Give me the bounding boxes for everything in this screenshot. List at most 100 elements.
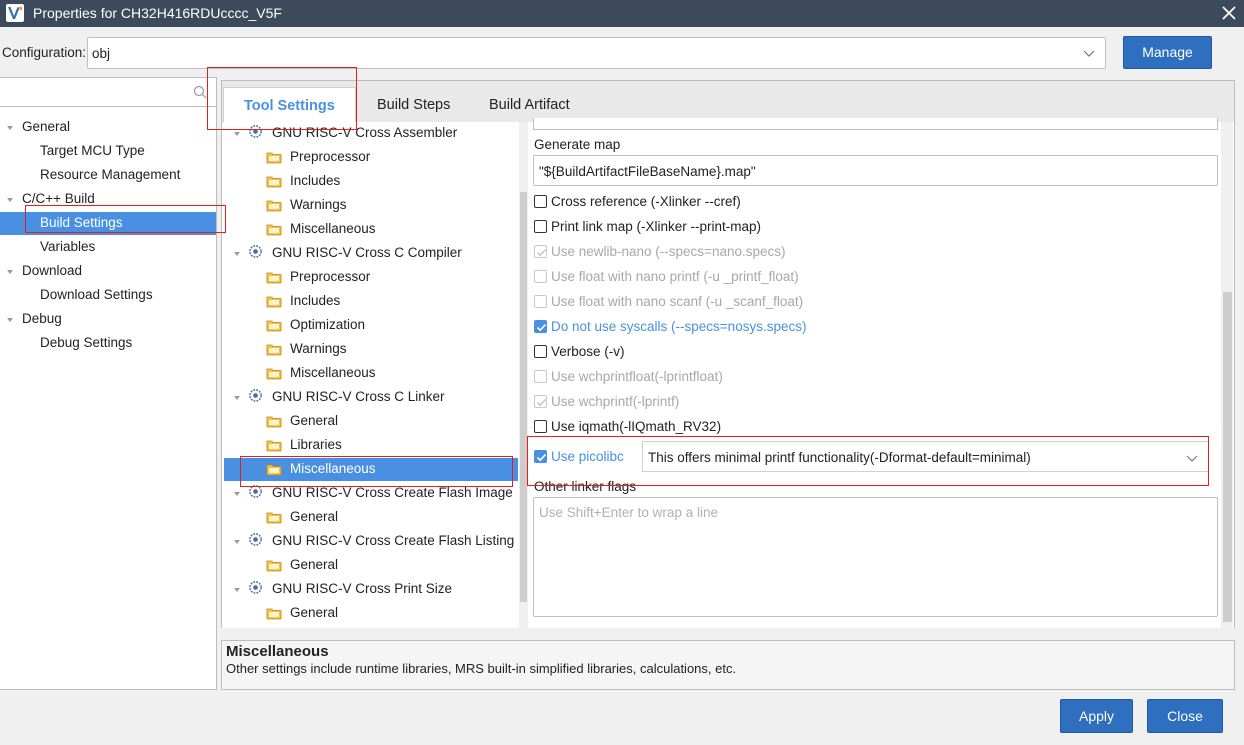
folder-icon bbox=[266, 320, 282, 332]
option-label: Use newlib-nano (--specs=nano.specs) bbox=[551, 244, 786, 259]
chevron-down-icon[interactable] bbox=[233, 538, 241, 546]
settings-scrollbar[interactable] bbox=[1221, 122, 1233, 628]
chevron-down-icon[interactable] bbox=[233, 586, 241, 594]
checkbox-no-syscalls[interactable] bbox=[534, 320, 547, 333]
other-flags-textarea[interactable]: Use Shift+Enter to wrap a line bbox=[533, 497, 1218, 617]
other-flags-placeholder: Use Shift+Enter to wrap a line bbox=[539, 505, 718, 520]
title-bar: Properties for CH32H416RDUcccc_V5F bbox=[0, 0, 1244, 27]
tool-group-c-linker[interactable]: GNU RISC-V Cross C Linker bbox=[272, 386, 445, 408]
folder-icon bbox=[266, 608, 282, 620]
tab-bar: Tool Settings Build Steps Build Artifact bbox=[221, 80, 1235, 124]
search-icon bbox=[193, 85, 207, 99]
configuration-value: obj bbox=[92, 46, 111, 61]
window-title: Properties for CH32H416RDUcccc_V5F bbox=[33, 5, 282, 21]
folder-icon bbox=[266, 440, 282, 452]
tool-item-flash-listing-general[interactable]: General bbox=[290, 554, 338, 576]
checkmark-icon bbox=[536, 248, 547, 257]
folder-icon bbox=[266, 200, 282, 212]
configuration-label: Configuration: bbox=[2, 45, 87, 60]
nav-item-debug-settings[interactable]: Debug Settings bbox=[40, 332, 132, 354]
folder-icon bbox=[266, 176, 282, 188]
tool-item-compiler-preprocessor[interactable]: Preprocessor bbox=[290, 266, 370, 288]
nav-item-download-settings[interactable]: Download Settings bbox=[40, 284, 153, 306]
annotation-box-picolibc bbox=[527, 436, 1209, 486]
annotation-box-miscellaneous bbox=[240, 456, 513, 487]
gear-icon bbox=[249, 533, 262, 546]
filter-input[interactable] bbox=[0, 77, 217, 107]
folder-icon bbox=[266, 344, 282, 356]
tool-item-linker-libraries[interactable]: Libraries bbox=[290, 434, 342, 456]
tool-item-compiler-includes[interactable]: Includes bbox=[290, 290, 340, 312]
folder-icon bbox=[266, 512, 282, 524]
nav-item-debug[interactable]: Debug bbox=[22, 308, 62, 330]
close-button[interactable]: Close bbox=[1147, 699, 1223, 733]
tool-item-compiler-optimization[interactable]: Optimization bbox=[290, 314, 365, 336]
checkbox-iqmath[interactable] bbox=[534, 420, 547, 433]
tool-item-flash-image-general[interactable]: General bbox=[290, 506, 338, 528]
chevron-down-icon[interactable] bbox=[6, 268, 14, 276]
checkbox-cross-reference[interactable] bbox=[534, 195, 547, 208]
option-label: Use float with nano scanf (-u _scanf_flo… bbox=[551, 294, 804, 309]
description-heading: Miscellaneous bbox=[226, 643, 329, 660]
scrollbar-thumb[interactable] bbox=[520, 192, 527, 602]
checkbox-print-link-map[interactable] bbox=[534, 220, 547, 233]
nav-item-download[interactable]: Download bbox=[22, 260, 82, 282]
option-label: Use float with nano printf (-u _printf_f… bbox=[551, 269, 799, 284]
generate-map-input[interactable]: "${BuildArtifactFileBaseName}.map" bbox=[533, 155, 1218, 186]
checkbox-verbose[interactable] bbox=[534, 345, 547, 358]
option-label: Use wchprintfloat(-lprintfloat) bbox=[551, 369, 723, 384]
gear-icon bbox=[249, 581, 262, 594]
generate-map-label: Generate map bbox=[534, 137, 621, 152]
folder-icon bbox=[266, 416, 282, 428]
partial-text-field[interactable] bbox=[533, 118, 1218, 130]
checkbox-nano-scanf-float[interactable] bbox=[534, 295, 547, 308]
tab-build-steps[interactable]: Build Steps bbox=[357, 87, 470, 124]
configuration-select[interactable]: obj bbox=[87, 37, 1106, 69]
chevron-down-icon bbox=[1083, 50, 1095, 57]
checkbox-nano-printf-float[interactable] bbox=[534, 270, 547, 283]
chevron-down-icon[interactable] bbox=[6, 124, 14, 132]
tool-item-assembler-includes[interactable]: Includes bbox=[290, 170, 340, 192]
tool-item-linker-general[interactable]: General bbox=[290, 410, 338, 432]
tool-group-c-compiler[interactable]: GNU RISC-V Cross C Compiler bbox=[272, 242, 462, 264]
folder-icon bbox=[266, 560, 282, 572]
option-label: Print link map (-Xlinker --print-map) bbox=[551, 219, 762, 234]
generate-map-value: "${BuildArtifactFileBaseName}.map" bbox=[539, 164, 756, 179]
tool-item-assembler-preprocessor[interactable]: Preprocessor bbox=[290, 146, 370, 168]
nav-item-resource-management[interactable]: Resource Management bbox=[40, 164, 180, 186]
checkmark-icon bbox=[536, 323, 547, 332]
tool-group-flash-listing[interactable]: GNU RISC-V Cross Create Flash Listing bbox=[272, 530, 514, 552]
tool-item-print-size-general[interactable]: General bbox=[290, 602, 338, 624]
tool-item-assembler-warnings[interactable]: Warnings bbox=[290, 194, 347, 216]
tool-item-assembler-miscellaneous[interactable]: Miscellaneous bbox=[290, 218, 376, 240]
option-label: Cross reference (-Xlinker --cref) bbox=[551, 194, 741, 209]
tool-item-compiler-miscellaneous[interactable]: Miscellaneous bbox=[290, 362, 376, 384]
folder-icon bbox=[266, 152, 282, 164]
annotation-box-build-settings bbox=[25, 205, 226, 233]
checkbox-wchprintf[interactable] bbox=[534, 395, 547, 408]
checkbox-wchprintfloat[interactable] bbox=[534, 370, 547, 383]
chevron-down-icon[interactable] bbox=[233, 394, 241, 402]
option-label: Use wchprintf(-lprintf) bbox=[551, 394, 680, 409]
scrollbar-thumb[interactable] bbox=[1223, 292, 1232, 622]
chevron-down-icon[interactable] bbox=[233, 250, 241, 258]
chevron-down-icon[interactable] bbox=[6, 316, 14, 324]
chevron-down-icon[interactable] bbox=[6, 196, 14, 204]
nav-item-target-mcu-type[interactable]: Target MCU Type bbox=[40, 140, 145, 162]
folder-icon bbox=[266, 368, 282, 380]
chevron-down-icon[interactable] bbox=[233, 130, 241, 138]
folder-icon bbox=[266, 296, 282, 308]
nav-item-variables[interactable]: Variables bbox=[40, 236, 95, 258]
close-window-icon[interactable] bbox=[1219, 3, 1239, 23]
chevron-down-icon[interactable] bbox=[233, 490, 241, 498]
gear-icon bbox=[249, 245, 262, 258]
apply-button[interactable]: Apply bbox=[1060, 699, 1133, 733]
tool-group-print-size[interactable]: GNU RISC-V Cross Print Size bbox=[272, 578, 452, 600]
tool-tree-scrollbar[interactable] bbox=[519, 122, 528, 628]
nav-item-general[interactable]: General bbox=[22, 116, 70, 138]
folder-icon bbox=[266, 272, 282, 284]
checkbox-newlib-nano[interactable] bbox=[534, 245, 547, 258]
tool-item-compiler-warnings[interactable]: Warnings bbox=[290, 338, 347, 360]
checkmark-icon bbox=[536, 398, 547, 407]
manage-button[interactable]: Manage bbox=[1123, 36, 1212, 69]
